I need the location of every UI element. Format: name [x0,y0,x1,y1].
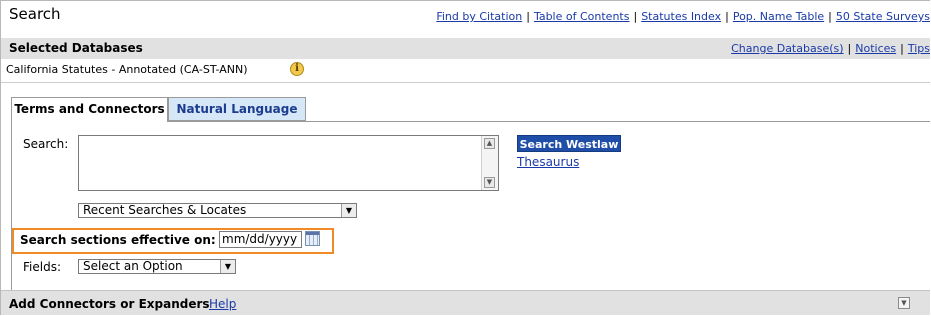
recent-searches-value: Recent Searches & Locates [83,203,247,217]
effective-date-label: Search sections effective on: [20,233,216,247]
top-nav-links: Find by Citation | Table of Contents | Statu… [436,10,930,23]
search-westlaw-button[interactable]: Search Westlaw [517,135,621,152]
fields-select[interactable]: Select an Option ▼ [78,259,236,274]
tips-link[interactable]: Tips [908,42,930,55]
separator: | [725,10,729,23]
recent-searches-select[interactable]: Recent Searches & Locates ▼ [78,203,357,218]
find-by-citation-link[interactable]: Find by Citation [436,10,522,23]
calendar-icon[interactable] [305,231,320,246]
help-link[interactable]: Help [209,297,236,311]
effective-date-input[interactable]: mm/dd/yyyy [219,231,302,248]
fields-label: Fields: [23,260,61,274]
selected-databases-bar: Selected Databases Change Database(s) | No… [1,38,930,59]
page-title: Search [9,5,61,23]
textarea-scrollbar[interactable]: ▲ ▼ [481,136,498,190]
scroll-up-icon[interactable]: ▲ [484,138,495,149]
tab-terms-and-connectors[interactable]: Terms and Connectors [11,97,168,122]
pop-name-table-link[interactable]: Pop. Name Table [733,10,824,23]
table-of-contents-link[interactable]: Table of Contents [534,10,630,23]
thesaurus-link[interactable]: Thesaurus [517,155,579,169]
search-textarea[interactable]: ▲ ▼ [78,135,499,191]
statutes-index-link[interactable]: Statutes Index [641,10,721,23]
tab-natural-language[interactable]: Natural Language [168,97,306,121]
separator: | [900,42,904,55]
expand-icon[interactable]: ▼ [898,297,910,309]
search-label: Search: [23,137,69,151]
add-connectors-label: Add Connectors or Expanders [9,297,210,311]
separator: | [526,10,530,23]
50-state-surveys-link[interactable]: 50 State Surveys [836,10,930,23]
notices-link[interactable]: Notices [855,42,896,55]
fields-select-value: Select an Option [83,259,183,273]
header: Search Find by Citation | Table of Content… [1,1,930,37]
add-connectors-bar[interactable]: Add Connectors or Expanders Help ▼ [1,290,930,315]
scroll-down-icon[interactable]: ▼ [484,177,495,188]
change-databases-link[interactable]: Change Database(s) [731,42,843,55]
info-icon[interactable]: i [290,62,304,76]
separator: | [828,10,832,23]
chevron-down-icon: ▼ [220,260,235,273]
database-links: Change Database(s) | Notices | Tips [731,42,930,55]
selected-databases-label: Selected Databases [9,41,143,55]
separator: | [847,42,852,55]
divider [1,82,930,83]
chevron-down-icon: ▼ [341,204,356,217]
database-name: California Statutes - Annotated (CA-ST-A… [6,63,248,76]
separator: | [633,10,638,23]
